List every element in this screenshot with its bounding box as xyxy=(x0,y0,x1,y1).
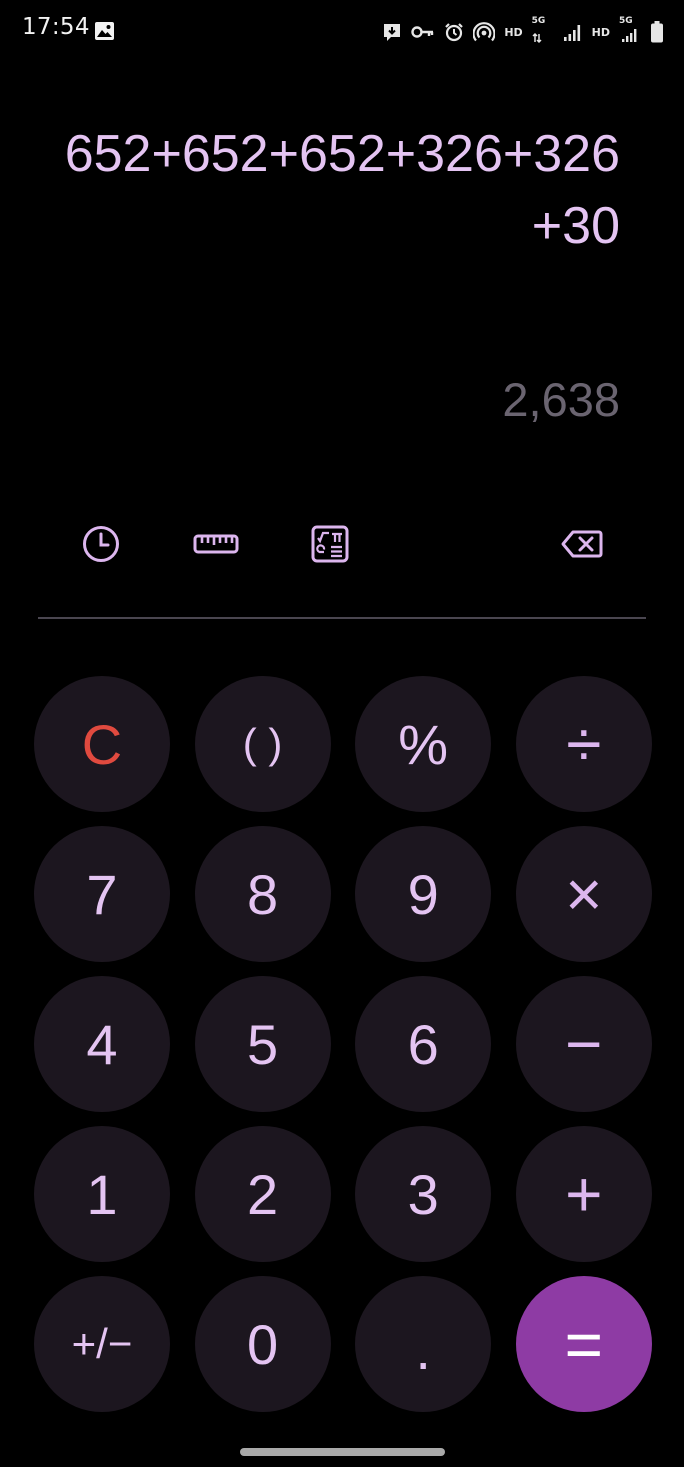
signal-bars-1-icon xyxy=(563,22,583,42)
equals-button[interactable]: = xyxy=(515,1276,652,1412)
battery-icon xyxy=(650,21,664,43)
backspace-icon xyxy=(561,529,603,563)
plus-minus-button[interactable]: +/− xyxy=(34,1276,170,1412)
digit-1-button[interactable]: 1 xyxy=(34,1126,170,1262)
subtract-button[interactable]: − xyxy=(515,976,652,1112)
result-preview: 2,638 xyxy=(502,373,620,426)
status-icons: HD 5G HD 5G xyxy=(382,16,664,46)
digit-7-button[interactable]: 7 xyxy=(34,826,170,962)
digit-4-button[interactable]: 4 xyxy=(34,976,170,1112)
keypad: C ( ) % ÷ 7 8 9 × 4 5 6 − 1 2 3 + +/− 0 … xyxy=(34,676,652,1412)
digit-8-button[interactable]: 8 xyxy=(194,826,331,962)
divider xyxy=(38,617,646,619)
digit-5-button[interactable]: 5 xyxy=(194,976,331,1112)
add-button[interactable]: + xyxy=(515,1126,652,1262)
vpn-key-icon xyxy=(411,25,435,39)
percent-button[interactable]: % xyxy=(355,676,492,812)
multiply-button[interactable]: × xyxy=(515,826,652,962)
history-icon xyxy=(81,524,121,568)
gallery-notification-icon xyxy=(94,21,115,45)
hotspot-icon xyxy=(473,22,496,42)
signal-2-icon: 5G xyxy=(619,16,641,44)
digit-9-button[interactable]: 9 xyxy=(355,826,492,962)
ruler-icon xyxy=(193,532,239,560)
hd-voice-label: HD xyxy=(504,25,523,39)
clear-button[interactable]: C xyxy=(34,676,170,812)
download-message-icon xyxy=(382,22,402,42)
unit-converter-button[interactable] xyxy=(190,520,242,572)
expression-display[interactable]: 652+652+652+326+326+30 xyxy=(60,118,620,262)
parentheses-button[interactable]: ( ) xyxy=(194,676,331,812)
alarm-icon xyxy=(444,22,464,42)
navigation-handle[interactable] xyxy=(240,1448,445,1456)
hd-voice-label-2: HD xyxy=(591,25,610,39)
digit-6-button[interactable]: 6 xyxy=(355,976,492,1112)
signal-1-icon: 5G xyxy=(532,16,554,44)
toolbar xyxy=(0,520,684,572)
decimal-button[interactable]: . xyxy=(355,1276,492,1412)
status-time: 17:54 xyxy=(22,14,90,40)
backspace-button[interactable] xyxy=(556,520,608,572)
divide-button[interactable]: ÷ xyxy=(515,676,652,812)
scientific-icon xyxy=(311,525,349,567)
scientific-mode-button[interactable] xyxy=(304,520,356,572)
status-bar: 17:54 HD 5G HD 5G xyxy=(0,0,684,64)
history-button[interactable] xyxy=(75,520,127,572)
digit-3-button[interactable]: 3 xyxy=(355,1126,492,1262)
digit-0-button[interactable]: 0 xyxy=(194,1276,331,1412)
digit-2-button[interactable]: 2 xyxy=(194,1126,331,1262)
